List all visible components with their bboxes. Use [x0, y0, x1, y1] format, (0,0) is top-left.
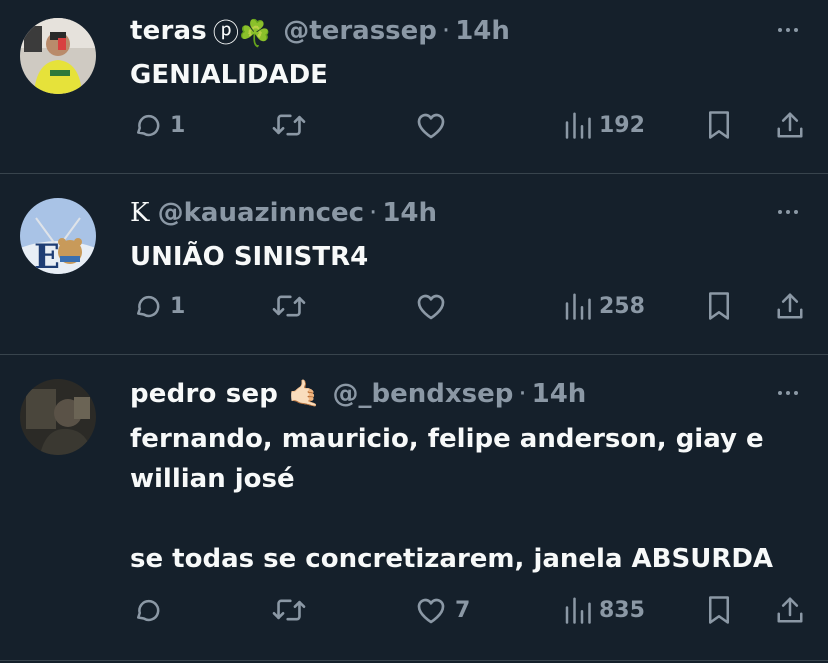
- timestamp[interactable]: 14h: [455, 16, 510, 46]
- avatar[interactable]: [20, 379, 96, 455]
- retweet-button[interactable]: [272, 291, 314, 321]
- user-handle[interactable]: @kauazinncec: [158, 198, 364, 228]
- reply-icon: [137, 599, 160, 622]
- tweet-header: K @kauazinncec · 14h: [130, 196, 437, 230]
- tweet-actions: 7 835: [0, 595, 828, 635]
- svg-text:E: E: [34, 237, 60, 274]
- name-badges: 🤙🏻: [288, 379, 321, 409]
- divider: [0, 660, 828, 661]
- timestamp[interactable]: 14h: [382, 198, 437, 228]
- reply-icon: [137, 114, 160, 137]
- bookmark-button[interactable]: [706, 110, 732, 140]
- avatar[interactable]: E: [20, 198, 96, 274]
- name-badges: ⓟ☘️: [212, 18, 272, 49]
- reply-count: 1: [170, 112, 186, 138]
- retweet-icon: [272, 599, 306, 621]
- retweet-button[interactable]: [272, 595, 314, 625]
- tweet-actions: 1 258: [0, 291, 828, 331]
- tweet-header: teras ⓟ☘️ @terassep · 14h: [130, 14, 510, 49]
- tweet-2[interactable]: E K @kauazinncec · 14h UNIÃO SINISTR4 1: [0, 174, 828, 354]
- heart-icon: [417, 294, 445, 320]
- avatar[interactable]: [20, 18, 96, 94]
- like-button[interactable]: [415, 110, 455, 140]
- share-button[interactable]: [775, 110, 805, 140]
- like-count: 7: [455, 597, 471, 623]
- bookmark-button[interactable]: [706, 291, 732, 321]
- share-icon: [777, 293, 803, 319]
- tweet-header: pedro sep 🤙🏻 @_bendxsep · 14h: [130, 377, 586, 411]
- separator-dot: ·: [441, 16, 451, 46]
- tweet-1[interactable]: teras ⓟ☘️ @terassep · 14h GENIALIDADE 1 …: [0, 0, 828, 173]
- separator-dot: ·: [518, 379, 527, 409]
- retweet-icon: [272, 114, 306, 136]
- bookmark-icon: [709, 596, 729, 624]
- reply-count: 1: [170, 293, 186, 319]
- heart-icon: [417, 113, 445, 139]
- views-button[interactable]: 192: [563, 110, 645, 140]
- user-handle[interactable]: @_bendxsep: [333, 379, 514, 409]
- bookmark-button[interactable]: [706, 595, 732, 625]
- views-icon: [565, 597, 591, 624]
- more-icon[interactable]: [778, 391, 798, 395]
- views-count: 258: [599, 293, 645, 319]
- views-icon: [565, 293, 591, 320]
- share-button[interactable]: [775, 291, 805, 321]
- retweet-button[interactable]: [272, 110, 314, 140]
- tweet-actions: 1 192: [0, 110, 828, 150]
- views-count: 192: [599, 112, 645, 138]
- share-button[interactable]: [775, 595, 805, 625]
- views-count: 835: [599, 597, 645, 623]
- display-name[interactable]: teras: [130, 16, 207, 46]
- like-button[interactable]: 7: [415, 595, 470, 625]
- tweet-text: GENIALIDADE: [130, 60, 328, 90]
- timestamp[interactable]: 14h: [532, 379, 587, 409]
- bookmark-icon: [709, 292, 729, 320]
- views-icon: [565, 112, 591, 139]
- retweet-icon: [272, 295, 306, 317]
- reply-button[interactable]: 1: [132, 291, 185, 321]
- share-icon: [777, 112, 803, 138]
- tweet-text: UNIÃO SINISTR4: [130, 242, 369, 272]
- display-name[interactable]: K: [130, 198, 150, 228]
- share-icon: [777, 597, 803, 623]
- tweet-3[interactable]: pedro sep 🤙🏻 @_bendxsep · 14h fernando, …: [0, 355, 828, 663]
- heart-icon: [417, 598, 445, 624]
- reply-icon: [137, 295, 160, 318]
- views-button[interactable]: 258: [563, 291, 645, 321]
- reply-button[interactable]: [132, 595, 170, 625]
- tweet-text: fernando, mauricio, felipe anderson, gia…: [130, 424, 774, 574]
- separator-dot: ·: [369, 198, 378, 228]
- views-button[interactable]: 835: [563, 595, 645, 625]
- user-handle[interactable]: @terassep: [283, 16, 437, 46]
- bookmark-icon: [709, 111, 729, 139]
- reply-button[interactable]: 1: [132, 110, 185, 140]
- like-button[interactable]: [415, 291, 455, 321]
- more-icon[interactable]: [778, 210, 798, 214]
- display-name[interactable]: pedro sep: [130, 379, 278, 409]
- more-icon[interactable]: [778, 28, 798, 32]
